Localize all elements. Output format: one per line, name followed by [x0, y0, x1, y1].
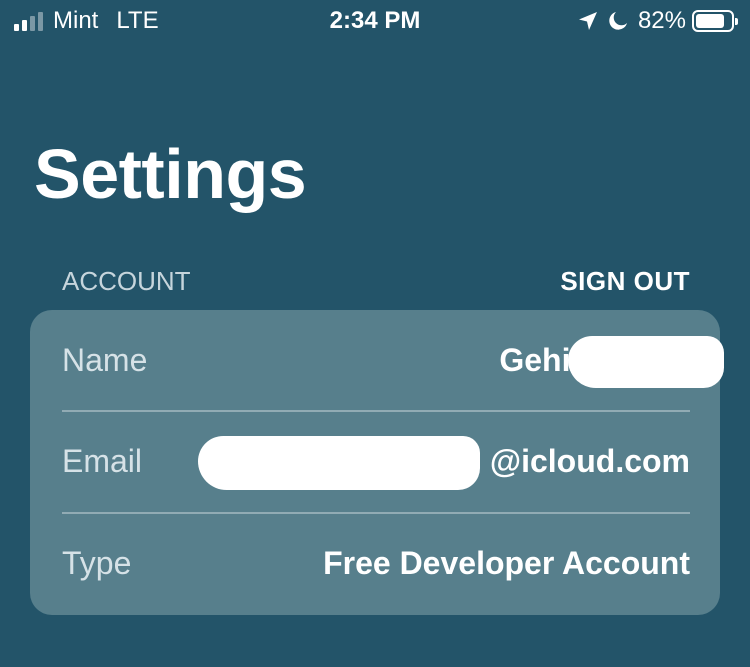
battery-icon [692, 10, 738, 32]
row-value: Free Developer Account [323, 545, 690, 581]
battery-percent: 82% [637, 7, 686, 34]
moon-icon [608, 11, 628, 31]
account-row-type: Type Free Developer Account [62, 513, 690, 614]
section-label: ACCOUNT [62, 266, 191, 296]
row-value: @icloud.com [489, 443, 690, 479]
row-label: Email [62, 443, 143, 479]
page-title: Settings [34, 135, 307, 213]
account-section-header: ACCOUNT SIGN OUT [62, 266, 690, 297]
row-label: Name [62, 342, 148, 378]
redaction-mark [568, 336, 724, 388]
row-label: Type [62, 545, 132, 581]
redaction-mark [198, 436, 480, 490]
location-arrow-icon [578, 11, 598, 31]
status-bar-right: 82% [578, 7, 738, 35]
status-bar: Mint LTE 2:34 PM 82% [0, 0, 750, 40]
sign-out-button[interactable]: SIGN OUT [560, 266, 690, 297]
